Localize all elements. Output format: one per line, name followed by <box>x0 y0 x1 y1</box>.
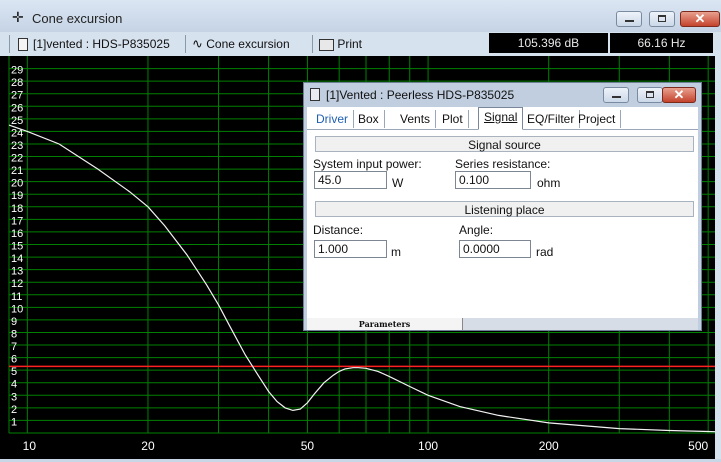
y-tick-label: 13 <box>11 266 23 278</box>
dialog-body: Driver Box Vents Plot Signal EQ/Filter P… <box>307 107 698 318</box>
tab-vents[interactable]: Vents <box>395 110 437 128</box>
y-tick-label: 21 <box>11 165 23 177</box>
dialog-title: [1]Vented : Peerless HDS-P835025 <box>326 88 515 102</box>
tab-driver[interactable]: Driver <box>311 110 354 128</box>
right-edge-strip <box>715 56 721 459</box>
listening-place-header: Listening place <box>315 201 694 217</box>
printer-icon <box>319 38 334 51</box>
y-tick-label: 14 <box>11 253 23 265</box>
y-tick-label: 4 <box>11 379 17 391</box>
tab-bar: Driver Box Vents Plot Signal EQ/Filter P… <box>307 107 698 130</box>
y-tick-label: 3 <box>11 391 17 403</box>
dialog-footer: Parameters <box>307 318 698 330</box>
x-tick-label: 50 <box>301 439 315 453</box>
plot-select[interactable]: ∿ Cone excursion <box>192 35 308 66</box>
angle-field[interactable]: 0.0000 <box>459 240 531 258</box>
vented-dialog: [1]Vented : Peerless HDS-P835025 ✕ Drive… <box>303 82 702 331</box>
y-tick-label: 19 <box>11 190 23 202</box>
power-field[interactable]: 45.0 <box>314 171 387 189</box>
close-icon: ✕ <box>673 87 685 102</box>
y-tick-label: 6 <box>11 354 17 366</box>
toolbar-grip <box>9 35 10 53</box>
x-tick-label: 500 <box>688 439 708 453</box>
tab-project[interactable]: Project <box>573 110 622 128</box>
y-tick-label: 27 <box>11 90 23 102</box>
dialog-maximize-button[interactable] <box>637 87 663 103</box>
tab-eq-filter[interactable]: EQ/Filter <box>522 110 581 128</box>
angle-label: Angle: <box>459 223 494 237</box>
y-tick-label: 23 <box>11 140 23 152</box>
y-tick-label: 22 <box>11 153 23 165</box>
resistance-label: Series resistance: <box>455 157 551 171</box>
minimize-icon <box>625 20 634 22</box>
y-tick-label: 29 <box>11 65 23 77</box>
minimize-icon <box>612 96 621 98</box>
minimize-button[interactable] <box>616 11 642 27</box>
toolbar-separator <box>185 35 186 53</box>
y-tick-label: 18 <box>11 203 23 215</box>
tab-signal[interactable]: Signal <box>478 107 524 130</box>
driver-select-value: [1]vented : HDS-P835025 <box>33 37 170 51</box>
dialog-close-button[interactable]: ✕ <box>662 87 696 103</box>
driver-file-icon <box>18 35 28 53</box>
plot-select-value: Cone excursion <box>206 37 290 51</box>
power-unit: W <box>392 176 404 190</box>
close-button[interactable]: ✕ <box>680 11 720 27</box>
distance-field[interactable]: 1.000 <box>314 240 387 258</box>
maximize-icon <box>646 91 654 98</box>
close-icon: ✕ <box>694 11 706 26</box>
tab-box[interactable]: Box <box>353 110 385 128</box>
maximize-icon <box>658 15 666 22</box>
window-title: Cone excursion <box>32 11 123 26</box>
y-tick-label: 7 <box>11 341 17 353</box>
x-tick-label: 20 <box>141 439 155 453</box>
document-icon <box>310 88 320 101</box>
main-titlebar: ✛ Cone excursion ✕ <box>0 0 721 32</box>
angle-unit: rad <box>536 245 554 259</box>
driver-select[interactable]: [1]vented : HDS-P835025 <box>33 35 181 66</box>
hz-readout: 66.16 Hz <box>610 33 713 53</box>
y-tick-label: 10 <box>11 303 23 315</box>
db-readout: 105.396 dB <box>489 33 608 53</box>
y-tick-label: 16 <box>11 228 23 240</box>
parameters-tab[interactable]: Parameters <box>307 318 463 330</box>
y-tick-label: 1 <box>11 416 17 428</box>
print-label: Print <box>337 37 363 51</box>
y-tick-label: 12 <box>11 278 23 290</box>
sine-wave-icon: ∿ <box>192 36 203 51</box>
y-tick-label: 26 <box>11 102 23 114</box>
dialog-titlebar: [1]Vented : Peerless HDS-P835025 ✕ <box>304 83 701 107</box>
distance-label: Distance: <box>313 223 364 237</box>
signal-source-header: Signal source <box>315 136 694 152</box>
y-tick-label: 28 <box>11 77 23 89</box>
print-button[interactable]: Print <box>319 35 362 53</box>
y-tick-label: 11 <box>11 291 22 303</box>
y-tick-label: 25 <box>11 115 23 127</box>
y-tick-label: 2 <box>11 404 17 416</box>
y-tick-label: 8 <box>11 328 17 340</box>
power-label: System input power: <box>313 157 422 171</box>
crosshair-icon: ✛ <box>12 9 24 25</box>
distance-unit: m <box>391 245 401 259</box>
y-tick-label: 5 <box>11 366 17 378</box>
x-tick-label: 10 <box>23 439 37 453</box>
resistance-field[interactable]: 0.100 <box>455 171 531 189</box>
maximize-button[interactable] <box>649 11 675 27</box>
toolbar-separator <box>312 35 313 53</box>
y-tick-label: 20 <box>11 178 23 190</box>
resistance-unit: ohm <box>537 176 561 190</box>
y-tick-label: 9 <box>11 316 17 328</box>
x-tick-label: 200 <box>539 439 559 453</box>
y-tick-label: 17 <box>11 215 23 227</box>
y-tick-label: 15 <box>11 241 23 253</box>
x-tick-label: 100 <box>418 439 438 453</box>
dialog-minimize-button[interactable] <box>603 87 629 103</box>
tab-plot[interactable]: Plot <box>437 110 469 128</box>
